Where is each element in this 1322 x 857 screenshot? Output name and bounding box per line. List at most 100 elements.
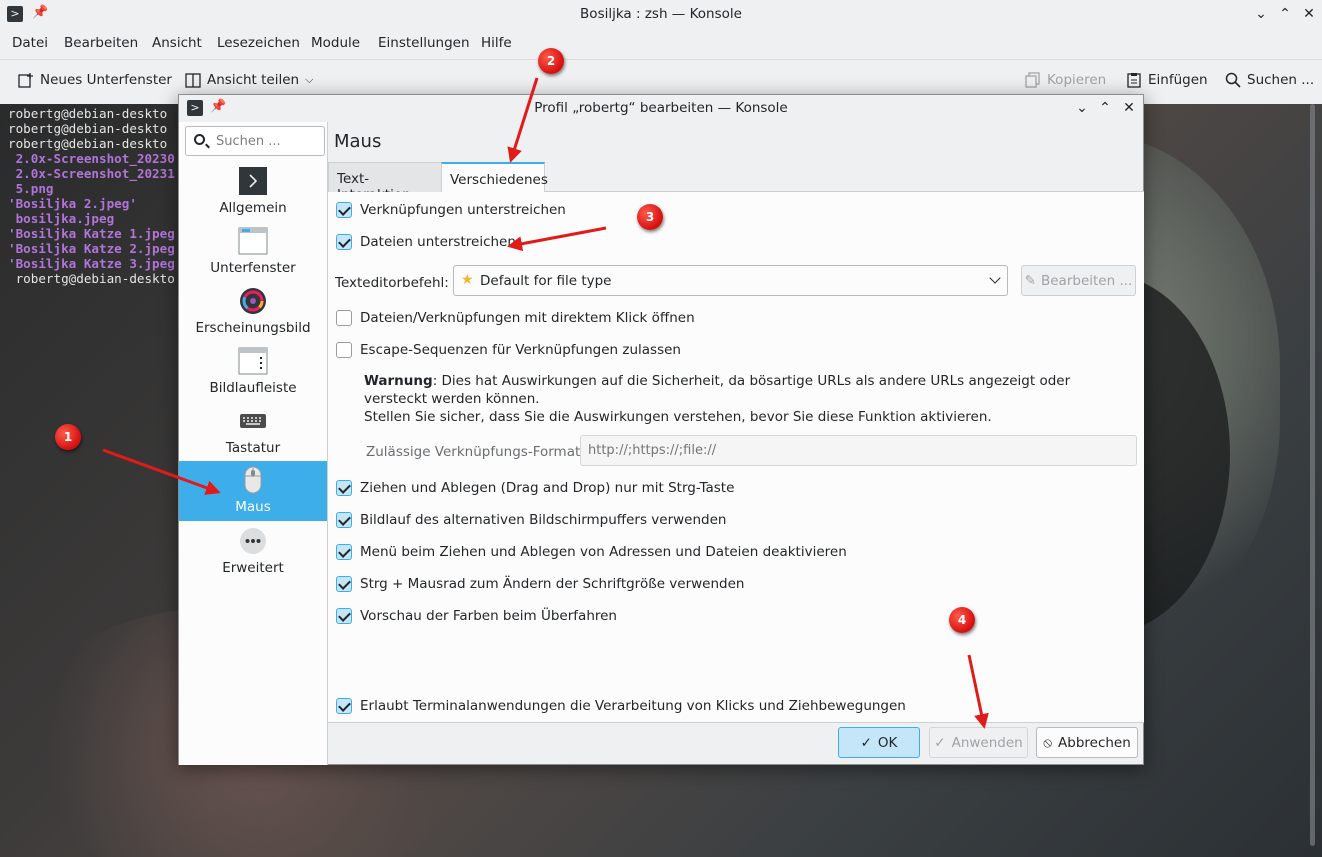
- edit-editor-button[interactable]: ✎ Bearbeiten ...: [1021, 265, 1136, 296]
- sidebar-item-bildlaufleiste[interactable]: Bildlaufleiste: [179, 342, 327, 402]
- menubar: Datei Bearbeiten Ansicht Lesezeichen Mod…: [0, 29, 1322, 57]
- open-direct-click-option[interactable]: Dateien/Verknüpfungen mit direktem Klick…: [336, 310, 695, 326]
- color-preview-checkbox[interactable]: [336, 608, 352, 624]
- underline-files-label: Dateien unterstreichen: [360, 234, 516, 250]
- color-preview-label: Vorschau der Farben beim Überfahren: [360, 608, 617, 624]
- dialog-titlebar: > 📌 Profil „robertg“ bearbeiten — Konsol…: [179, 95, 1143, 122]
- underline-files-option[interactable]: Dateien unterstreichen: [336, 234, 516, 250]
- editor-select[interactable]: ★ Default for file type: [453, 265, 1008, 296]
- maximize-icon[interactable]: ⌃: [1096, 99, 1114, 117]
- minimize-icon[interactable]: ⌄: [1252, 5, 1270, 23]
- open-direct-click-checkbox[interactable]: [336, 310, 352, 326]
- profile-dialog: > 📌 Profil „robertg“ bearbeiten — Konsol…: [178, 94, 1144, 765]
- close-icon[interactable]: ✕: [1300, 5, 1318, 23]
- sidebar-item-maus[interactable]: Maus: [179, 461, 327, 521]
- allow-mouse-tracking-label: Erlaubt Terminalanwendungen die Verarbei…: [360, 698, 906, 714]
- disable-dnd-menu-option[interactable]: Menü beim Ziehen und Ablegen von Adresse…: [336, 544, 847, 560]
- sidebar-item-erscheinungsbild[interactable]: Erscheinungsbild: [179, 282, 327, 342]
- copy-icon: [1025, 72, 1041, 88]
- menu-ansicht[interactable]: Ansicht: [152, 35, 202, 51]
- mouse-icon: [238, 465, 268, 495]
- underline-links-label: Verknüpfungen unterstreichen: [360, 202, 566, 218]
- terminal-line: 'Bosiljka Katze 3.jpeg: [8, 256, 175, 271]
- apply-label: Anwenden: [951, 734, 1023, 751]
- apply-button[interactable]: ✓ Anwenden: [929, 727, 1028, 758]
- cancel-icon: ⦸: [1043, 734, 1053, 751]
- menu-lesezeichen[interactable]: Lesezeichen: [217, 35, 300, 51]
- sidebar-item-label: Tastatur: [225, 440, 281, 456]
- underline-links-option[interactable]: Verknüpfungen unterstreichen: [336, 202, 566, 218]
- cancel-button[interactable]: ⦸ Abbrechen: [1036, 727, 1138, 758]
- annotation-badge-2: 2: [538, 48, 564, 74]
- settings-sidebar: Allgemein Unterfenster Erscheinungsbild …: [179, 122, 328, 765]
- ok-button[interactable]: ✓ OK: [838, 727, 920, 758]
- terminal-line: 'Bosiljka 2.jpeg': [8, 196, 137, 211]
- terminal-line: 2.0x-Screenshot_20230: [8, 151, 175, 166]
- menu-module[interactable]: Module: [311, 35, 360, 51]
- alt-screen-scroll-checkbox[interactable]: [336, 512, 352, 528]
- alt-screen-scroll-option[interactable]: Bildlauf des alternativen Bildschirmpuff…: [336, 512, 726, 528]
- terminal-line: 'Bosiljka Katze 2.jpeg: [8, 241, 175, 256]
- disable-dnd-menu-checkbox[interactable]: [336, 544, 352, 560]
- editor-select-value: Default for file type: [480, 273, 612, 289]
- copy-label: Kopieren: [1047, 72, 1107, 88]
- sidebar-search[interactable]: [185, 126, 325, 156]
- terminal-scrollbar[interactable]: [1309, 104, 1317, 846]
- copy-button[interactable]: Kopieren: [1025, 72, 1106, 88]
- minimize-icon[interactable]: ⌄: [1073, 99, 1091, 117]
- main-titlebar: > 📌 Bosiljka : zsh — Konsole ⌄ ⌃ ✕: [0, 0, 1322, 29]
- split-view-icon: [185, 72, 201, 88]
- menu-einstellungen[interactable]: Einstellungen: [378, 35, 470, 51]
- page-title: Maus: [334, 131, 382, 152]
- allow-mouse-tracking-option[interactable]: Erlaubt Terminalanwendungen die Verarbei…: [336, 698, 906, 714]
- ctrl-wheel-zoom-label: Strg + Mausrad zum Ändern der Schriftgrö…: [360, 576, 745, 592]
- tab-text-interaktion[interactable]: Text-Interaktion: [328, 162, 442, 203]
- tab-verschiedenes[interactable]: Verschiedenes: [441, 162, 548, 192]
- sidebar-item-erweitert[interactable]: Erweitert: [179, 522, 327, 582]
- find-label: Suchen ...: [1247, 72, 1315, 88]
- paste-button[interactable]: Einfügen: [1126, 72, 1208, 88]
- sidebar-item-allgemein[interactable]: Allgemein: [179, 162, 327, 222]
- escape-sequences-label: Escape-Sequenzen für Verknüpfungen zulas…: [360, 342, 681, 358]
- drag-drop-ctrl-checkbox[interactable]: [336, 480, 352, 496]
- underline-files-checkbox[interactable]: [336, 234, 352, 250]
- maximize-icon[interactable]: ⌃: [1276, 5, 1294, 23]
- color-preview-option[interactable]: Vorschau der Farben beim Überfahren: [336, 608, 617, 624]
- sidebar-item-tastatur[interactable]: Tastatur: [179, 402, 327, 462]
- underline-links-checkbox[interactable]: [336, 202, 352, 218]
- new-tab-button[interactable]: Neues Unterfenster: [18, 72, 172, 88]
- terminal-line: robertg@debian-deskto: [8, 106, 168, 121]
- sidebar-item-unterfenster[interactable]: Unterfenster: [179, 222, 327, 282]
- split-view-button[interactable]: Ansicht teilen ⌵: [185, 72, 313, 88]
- drag-drop-ctrl-option[interactable]: Ziehen und Ablegen (Drag and Drop) nur m…: [336, 480, 734, 496]
- paste-label: Einfügen: [1148, 72, 1208, 88]
- annotation-badge-3: 3: [637, 204, 663, 230]
- pencil-icon: ✎: [1024, 272, 1036, 289]
- open-direct-click-label: Dateien/Verknüpfungen mit direktem Klick…: [360, 310, 695, 326]
- window-icon: [238, 226, 268, 256]
- chevron-down-icon: [989, 272, 1001, 284]
- split-view-label: Ansicht teilen: [207, 72, 300, 88]
- ctrl-wheel-zoom-option[interactable]: Strg + Mausrad zum Ändern der Schriftgrö…: [336, 576, 744, 592]
- menu-hilfe[interactable]: Hilfe: [481, 35, 512, 51]
- scrollbar-thumb[interactable]: [1310, 104, 1315, 846]
- sidebar-search-input[interactable]: [216, 132, 320, 150]
- star-icon: ★: [461, 272, 474, 288]
- keyboard-icon: [238, 406, 268, 436]
- check-icon: ✓: [934, 734, 946, 751]
- search-icon: [194, 134, 205, 145]
- terminal-line: bosiljka.jpeg: [8, 211, 115, 226]
- escape-sequences-option[interactable]: Escape-Sequenzen für Verknüpfungen zulas…: [336, 342, 681, 358]
- annotation-badge-4: 4: [949, 607, 975, 633]
- editor-label: Texteditorbefehl:: [335, 275, 449, 291]
- menu-bearbeiten[interactable]: Bearbeiten: [64, 35, 138, 51]
- close-icon[interactable]: ✕: [1120, 99, 1138, 117]
- menu-datei[interactable]: Datei: [12, 35, 48, 51]
- formats-label: Zulässige Verknüpfungs-Formate:: [366, 444, 594, 460]
- ctrl-wheel-zoom-checkbox[interactable]: [336, 576, 352, 592]
- terminal-line: 'Bosiljka Katze 1.jpeg: [8, 226, 175, 241]
- find-button[interactable]: Suchen ...: [1225, 72, 1314, 88]
- allow-mouse-tracking-checkbox[interactable]: [336, 698, 352, 714]
- formats-input[interactable]: [580, 435, 1137, 466]
- escape-sequences-checkbox[interactable]: [336, 342, 352, 358]
